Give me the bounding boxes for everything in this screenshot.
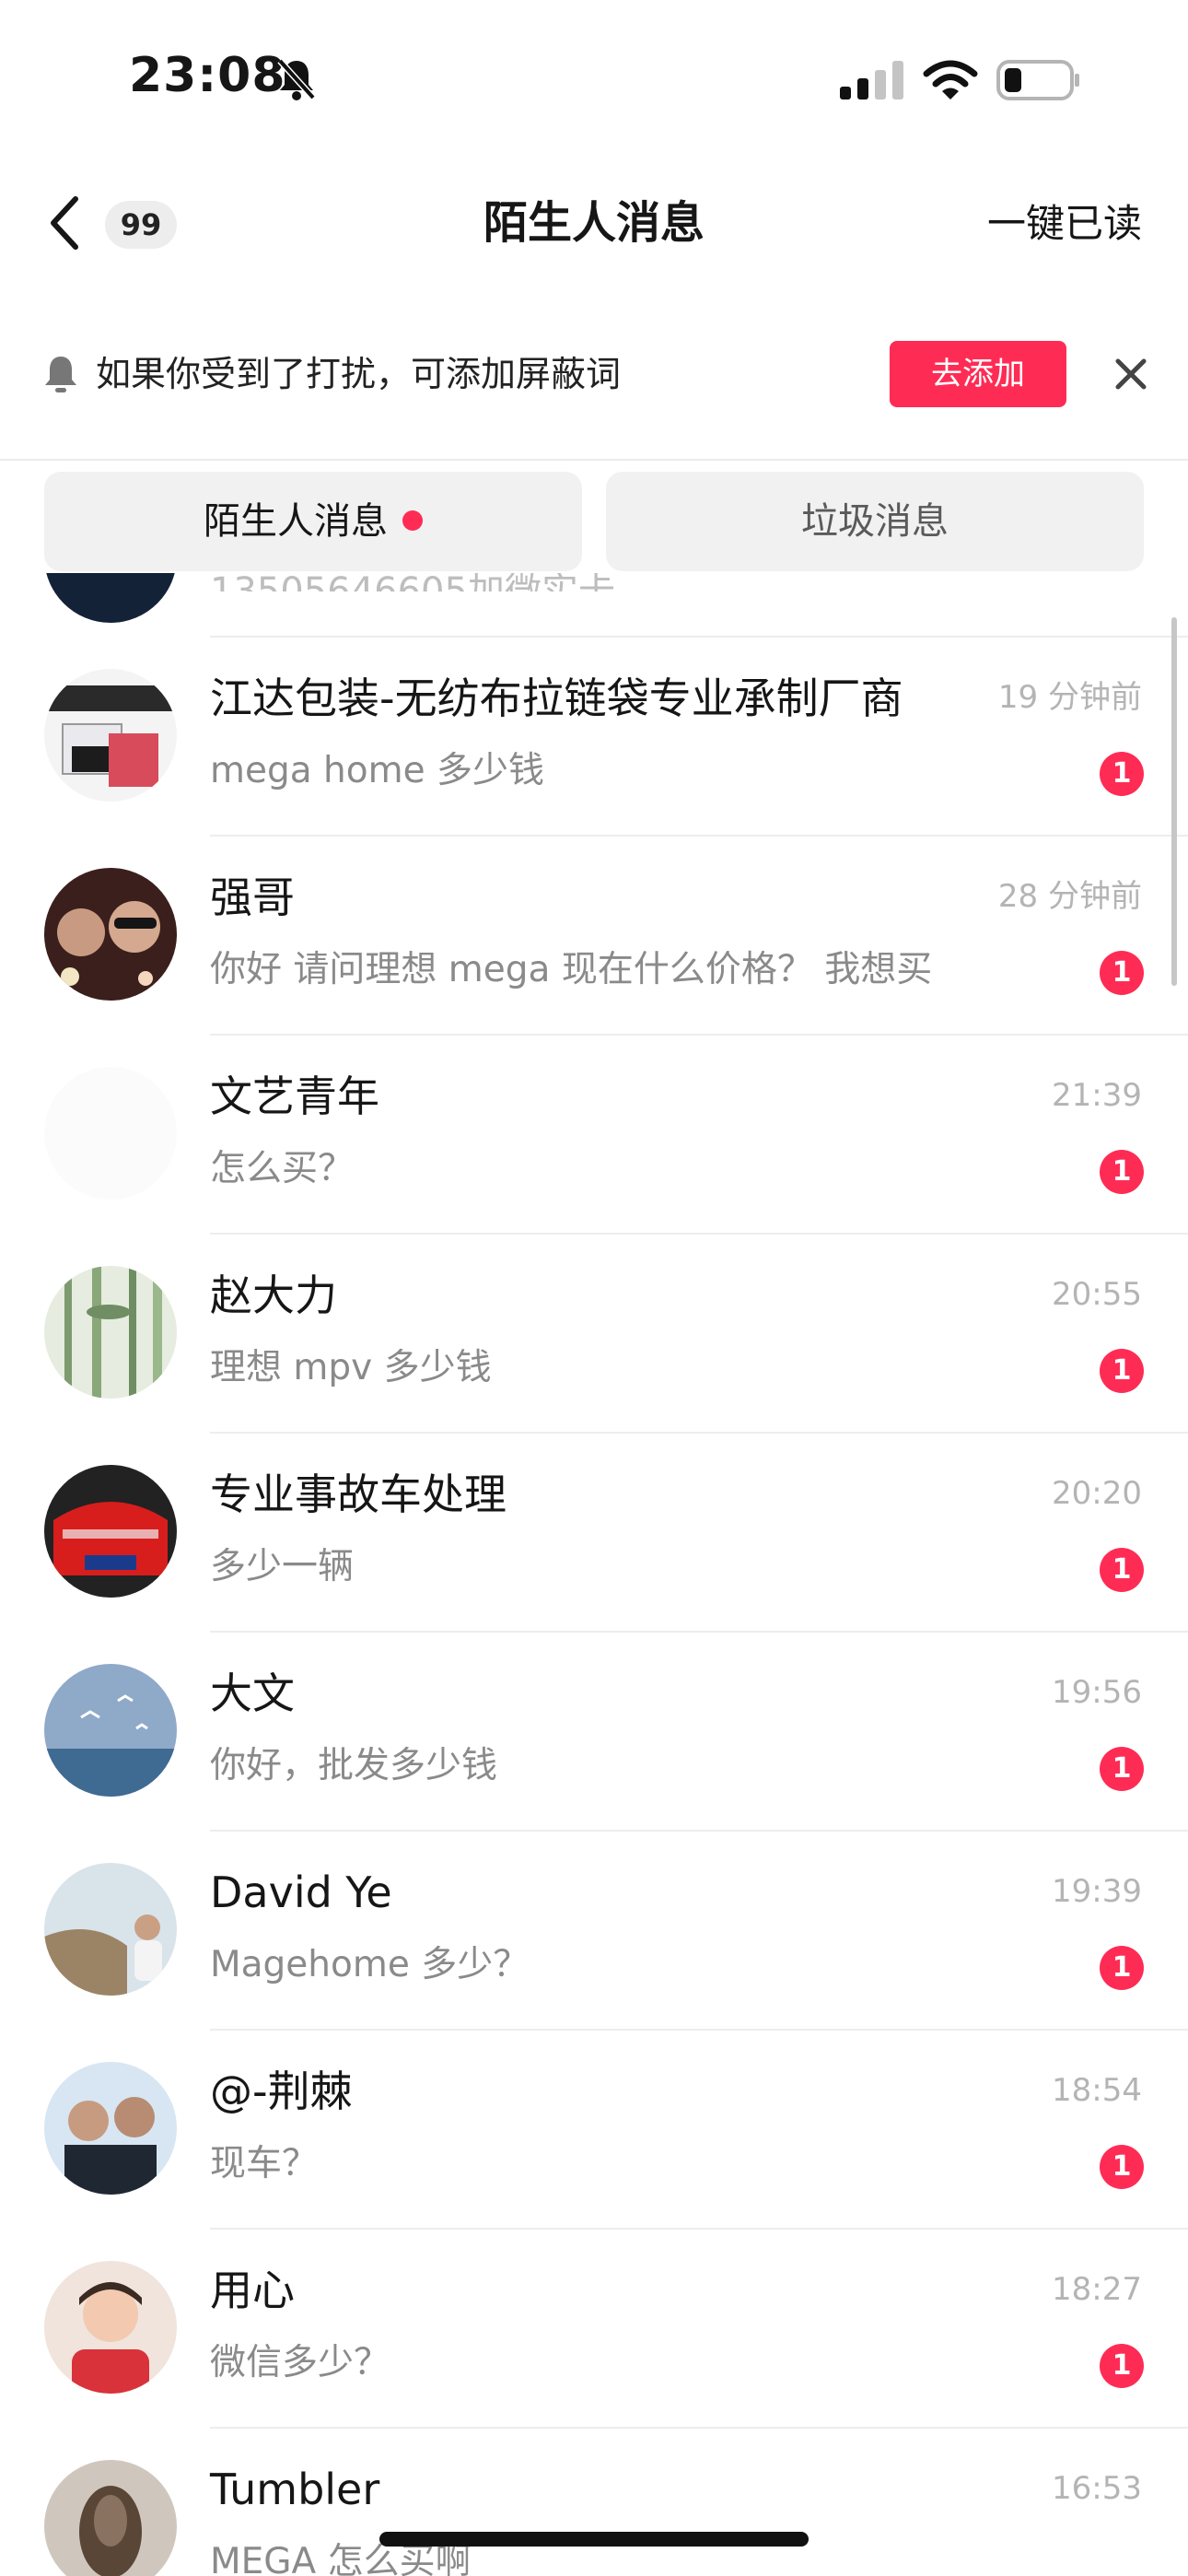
row-divider	[210, 835, 1188, 837]
avatar[interactable]	[44, 2460, 177, 2576]
conversation-row[interactable]: Tumbler MEGA 怎么买啊 16:53	[0, 2427, 1188, 2576]
message-time: 16:53	[1052, 2470, 1142, 2507]
block-words-notice: 如果你受到了打扰，可添加屏蔽词 去添加	[0, 332, 1188, 451]
tab-stranger-messages[interactable]: 陌生人消息	[44, 472, 582, 571]
message-preview: 现车？	[210, 2143, 319, 2184]
message-time: 21:39	[1052, 1077, 1142, 1114]
message-time: 28 分钟前	[997, 878, 1142, 915]
message-preview: 你好 请问理想 mega 现在什么价格？ 我想买	[210, 949, 933, 990]
conversation-row[interactable]: 文艺青年 怎么买？ 21:39 1	[0, 1034, 1188, 1233]
add-block-words-button[interactable]: 去添加	[890, 341, 1066, 407]
contact-name: Tumbler	[210, 2465, 380, 2514]
notice-text: 如果你受到了打扰，可添加屏蔽词	[96, 354, 622, 394]
unread-badge: 1	[1100, 2344, 1144, 2388]
unread-badge: 1	[1100, 2145, 1144, 2189]
contact-name: 专业事故车处理	[210, 1469, 507, 1519]
divider	[0, 459, 1188, 461]
message-preview: mega home 多少钱	[210, 750, 544, 791]
message-tabs: 陌生人消息 垃圾消息	[0, 472, 1188, 573]
home-indicator[interactable]	[379, 2532, 809, 2547]
avatar	[44, 573, 177, 623]
message-time: 19:56	[1052, 1674, 1142, 1711]
row-divider	[210, 1631, 1188, 1633]
wifi-icon	[923, 60, 978, 100]
contact-name: 江达包装-无纺布拉链袋专业承制厂商	[210, 673, 903, 723]
conversation-row[interactable]: 用心 微信多少？ 18:27 1	[0, 2228, 1188, 2427]
bell-muted-icon	[277, 58, 316, 100]
back-arrow-icon[interactable]	[46, 193, 83, 252]
message-time: 20:55	[1052, 1276, 1142, 1313]
conversation-row[interactable]: 赵大力 理想 mpv 多少钱 20:55 1	[0, 1233, 1188, 1432]
message-preview: 多少一辆	[210, 1546, 355, 1587]
row-divider	[210, 2029, 1188, 2031]
contact-name: @-荆棘	[210, 2067, 353, 2116]
avatar[interactable]	[44, 1266, 177, 1399]
row-divider	[210, 636, 1188, 638]
nav-bar: 陌生人消息 99 一键已读	[0, 175, 1188, 276]
unread-badge: 1	[1100, 752, 1144, 796]
message-time: 20:20	[1052, 1475, 1142, 1512]
avatar[interactable]	[44, 868, 177, 1001]
contact-name: 强哥	[210, 872, 295, 922]
conversation-row[interactable]: 江达包装-无纺布拉链袋专业承制厂商 mega home 多少钱 19 分钟前 1	[0, 636, 1188, 835]
avatar[interactable]	[44, 2062, 177, 2195]
tab-label: 垃圾消息	[801, 500, 949, 543]
row-divider	[210, 1233, 1188, 1235]
unread-count-badge: 99	[105, 201, 177, 249]
row-divider	[210, 2427, 1188, 2429]
row-divider	[210, 2228, 1188, 2230]
message-preview: 怎么买？	[210, 1148, 355, 1189]
unread-dot	[402, 510, 423, 531]
row-divider	[210, 1830, 1188, 1832]
message-preview: Magehome 多少？	[210, 1944, 530, 1985]
cellular-signal-icon	[840, 61, 903, 100]
message-preview: 微信多少？	[210, 2342, 390, 2383]
avatar[interactable]	[44, 669, 177, 802]
bell-icon	[45, 357, 76, 392]
avatar[interactable]	[44, 2261, 177, 2394]
message-preview: 13505646605加微实卡	[210, 573, 615, 591]
message-time: 19 分钟前	[997, 679, 1142, 716]
contact-name: 文艺青年	[210, 1071, 379, 1121]
unread-badge: 1	[1100, 1548, 1144, 1592]
row-divider	[210, 1034, 1188, 1036]
conversation-row[interactable]: 大文 你好，批发多少钱 19:56 1	[0, 1631, 1188, 1830]
tab-label: 陌生人消息	[204, 500, 388, 543]
avatar[interactable]	[44, 1863, 177, 1996]
tab-spam-messages[interactable]: 垃圾消息	[606, 472, 1144, 571]
avatar[interactable]	[44, 1465, 177, 1598]
message-preview: 你好，批发多少钱	[210, 1745, 498, 1786]
message-time: 19:39	[1052, 1873, 1142, 1910]
contact-name: 用心	[210, 2266, 295, 2315]
battery-icon	[996, 60, 1079, 100]
conversation-row[interactable]: @-荆棘 现车？ 18:54 1	[0, 2029, 1188, 2228]
unread-badge: 1	[1100, 951, 1144, 995]
conversation-list[interactable]: 13505646605加微实卡 江达包装-无纺布拉链袋专业承制厂商 mega h…	[0, 573, 1188, 2576]
message-time: 18:54	[1052, 2072, 1142, 2109]
status-time: 23:08	[129, 48, 286, 103]
unread-badge: 1	[1100, 1946, 1144, 1990]
close-icon[interactable]	[1111, 354, 1151, 394]
contact-name: 赵大力	[210, 1270, 337, 1320]
unread-badge: 1	[1100, 1150, 1144, 1194]
conversation-row[interactable]: 专业事故车处理 多少一辆 20:20 1	[0, 1432, 1188, 1631]
scrollbar[interactable]	[1171, 617, 1177, 986]
conversation-row[interactable]: 强哥 你好 请问理想 mega 现在什么价格？ 我想买 28 分钟前 1	[0, 835, 1188, 1034]
contact-name: David Ye	[210, 1868, 392, 1917]
unread-badge: 1	[1100, 1747, 1144, 1791]
unread-badge: 1	[1100, 1349, 1144, 1393]
contact-name: 大文	[210, 1669, 295, 1718]
message-time: 18:27	[1052, 2271, 1142, 2308]
message-preview: 理想 mpv 多少钱	[210, 1347, 492, 1388]
avatar[interactable]	[44, 1067, 177, 1200]
mark-all-read-button[interactable]: 一键已读	[987, 197, 1142, 251]
row-divider	[210, 1432, 1188, 1434]
conversation-row[interactable]: David Ye Magehome 多少？ 19:39 1	[0, 1830, 1188, 2029]
avatar[interactable]	[44, 1664, 177, 1797]
status-bar: 23:08	[0, 0, 1188, 157]
